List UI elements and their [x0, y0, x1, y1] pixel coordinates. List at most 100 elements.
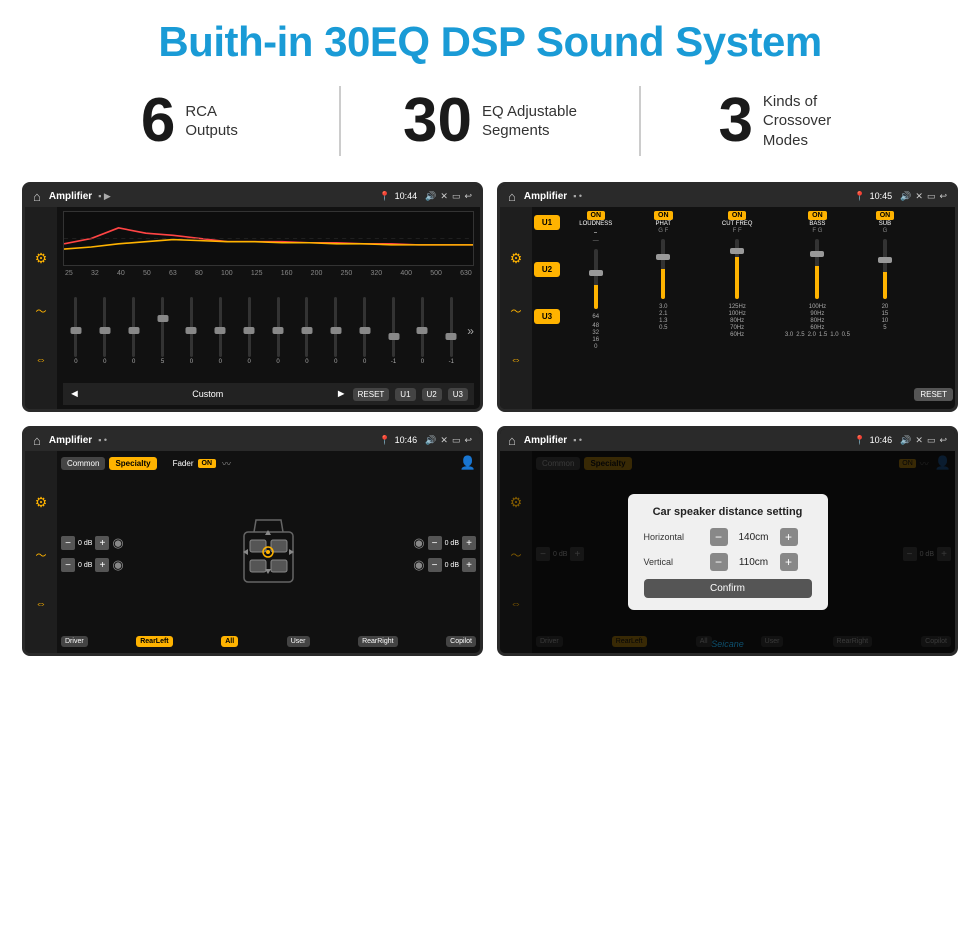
amp-phat-val2: 2.1 — [659, 311, 667, 317]
amp-window-icon: ▭ — [927, 191, 936, 202]
eq-graph — [63, 211, 474, 266]
eq-icon-3[interactable]: ⇔ — [36, 354, 47, 366]
dialog-status-icons: 📍 10:46 🔊 ✕ ▭ ↩ — [854, 435, 947, 446]
eq-screen: ⌂ Amplifier ▪ ▶ 📍 10:44 🔊 ✕ ▭ ↩ ⚙ 〜 ⇔ — [22, 182, 483, 412]
fader-tab-specialty[interactable]: Specialty — [109, 457, 156, 470]
eq-slider-0[interactable]: 0 — [63, 297, 89, 365]
amp-cutfreq-slider[interactable] — [735, 239, 739, 299]
eq-slider-11[interactable]: -1 — [381, 297, 407, 365]
amp-sub-slider[interactable] — [883, 239, 887, 299]
amp-loudness-label: LOUDNESS — [579, 221, 612, 227]
amp-bass-slider[interactable] — [815, 239, 819, 299]
eq-slider-2[interactable]: 0 — [121, 297, 147, 365]
fader-right-top-minus[interactable]: − — [428, 536, 442, 550]
eq-slider-9[interactable]: 0 — [323, 297, 349, 365]
fader-driver-btn[interactable]: Driver — [61, 636, 88, 647]
fader-content: Common Specialty Fader ON 〰 👤 − 0 dB + ◉ — [57, 451, 480, 653]
eq-slider-10[interactable]: 0 — [352, 297, 378, 365]
eq-next-btn[interactable]: ► — [336, 388, 347, 400]
dialog-horizontal-minus[interactable]: − — [710, 528, 728, 546]
fader-window-icon: ▭ — [452, 435, 461, 446]
eq-back-icon: ↩ — [464, 191, 472, 202]
amp-loudness-slider[interactable] — [594, 249, 598, 309]
stat-divider-1 — [339, 86, 341, 156]
fader-right-bot-minus[interactable]: − — [428, 558, 442, 572]
fader-left-top-minus[interactable]: − — [61, 536, 75, 550]
dialog-screen: ⌂ Amplifier ▪ • 📍 10:46 🔊 ✕ ▭ ↩ ⚙ 〜 ⇔ Co… — [497, 426, 958, 656]
amp-icon-2[interactable]: 〜 — [511, 303, 522, 319]
amp-phat-slider-g[interactable] — [661, 239, 665, 299]
fader-all-btn[interactable]: All — [221, 636, 238, 647]
fader-left-top-plus[interactable]: + — [95, 536, 109, 550]
eq-slider-4[interactable]: 0 — [179, 297, 205, 365]
eq-prev-btn[interactable]: ◄ — [69, 388, 80, 400]
amp-sidebar: ⚙ 〜 ⇔ — [500, 207, 532, 409]
fader-tab-common[interactable]: Common — [61, 457, 105, 470]
fader-slider-icon: 〰 — [222, 457, 231, 470]
amp-phat-on[interactable]: ON — [654, 211, 673, 220]
dialog-vertical-plus[interactable]: + — [780, 553, 798, 571]
eq-icon-1[interactable]: ⚙ — [35, 250, 48, 267]
fader-right-top-plus[interactable]: + — [462, 536, 476, 550]
amp-phat-gf: G F — [658, 228, 668, 234]
eq-slider-8[interactable]: 0 — [294, 297, 320, 365]
amp-bass-val4: 60Hz — [810, 325, 824, 331]
fader-user-btn[interactable]: User — [287, 636, 310, 647]
fader-left-bot-minus[interactable]: − — [61, 558, 75, 572]
fader-icon-3[interactable]: ⇔ — [36, 598, 47, 610]
amp-icon-1[interactable]: ⚙ — [510, 250, 523, 267]
dialog-vertical-minus[interactable]: − — [710, 553, 728, 571]
amp-cutfreq-on[interactable]: ON — [728, 211, 747, 220]
dialog-horizontal-plus[interactable]: + — [780, 528, 798, 546]
amp-loudness-val-top: 64 — [592, 314, 599, 320]
eq-more-icon[interactable]: » — [467, 324, 474, 338]
amp-sub-on[interactable]: ON — [876, 211, 895, 220]
eq-reset-btn[interactable]: RESET — [353, 388, 390, 401]
amp-dot-icons: ▪ • — [573, 191, 582, 201]
amp-phat-val4: 0.5 — [659, 325, 667, 331]
fader-icon-1[interactable]: ⚙ — [35, 494, 48, 511]
eq-u1-btn[interactable]: U1 — [395, 388, 415, 401]
amp-loudness-val-lo: 16 — [592, 337, 599, 343]
eq-home-icon[interactable]: ⌂ — [33, 189, 41, 204]
amp-reset-btn[interactable]: RESET — [914, 388, 953, 401]
eq-slider-5[interactable]: 0 — [207, 297, 233, 365]
amp-screen-title: Amplifier — [524, 191, 567, 202]
stat-rca: 6 RCAOutputs — [60, 90, 319, 152]
amp-u2-btn[interactable]: U2 — [534, 262, 560, 277]
amp-sub-col: ON SUB G 20 15 10 5 — [860, 211, 911, 405]
fader-icon-2[interactable]: 〜 — [36, 547, 47, 563]
eq-u2-btn[interactable]: U2 — [422, 388, 442, 401]
dialog-home-icon[interactable]: ⌂ — [508, 433, 516, 448]
amp-bass-on[interactable]: ON — [808, 211, 827, 220]
eq-slider-6[interactable]: 0 — [236, 297, 262, 365]
eq-slider-13[interactable]: -1 — [438, 297, 464, 365]
fader-on-badge[interactable]: ON — [198, 459, 217, 468]
amp-home-icon[interactable]: ⌂ — [508, 189, 516, 204]
eq-slider-12[interactable]: 0 — [410, 297, 436, 365]
fader-person-icon: 👤 — [460, 455, 476, 471]
eq-sidebar: ⚙ 〜 ⇔ — [25, 207, 57, 409]
amp-sub-val4: 5 — [883, 325, 886, 331]
amp-icon-3[interactable]: ⇔ — [511, 354, 522, 366]
eq-slider-7[interactable]: 0 — [265, 297, 291, 365]
amp-u1-btn[interactable]: U1 — [534, 215, 560, 230]
amp-loudness-on[interactable]: ON — [587, 211, 606, 220]
amp-loudness-sub: — — [593, 238, 599, 244]
eq-icon-2[interactable]: 〜 — [36, 303, 47, 319]
amp-back-icon: ↩ — [939, 191, 947, 202]
fader-right-bot-plus[interactable]: + — [462, 558, 476, 572]
fader-home-icon[interactable]: ⌂ — [33, 433, 41, 448]
amp-u3-btn[interactable]: U3 — [534, 309, 560, 324]
fader-left-bot-plus[interactable]: + — [95, 558, 109, 572]
eq-slider-1[interactable]: 0 — [92, 297, 118, 365]
amp-bass-label: BASS — [809, 221, 825, 227]
eq-x-icon: ✕ — [440, 191, 448, 202]
eq-u3-btn[interactable]: U3 — [448, 388, 468, 401]
confirm-button[interactable]: Confirm — [644, 579, 812, 598]
amp-u-buttons: U1 U2 U3 — [532, 207, 562, 332]
fader-volume-icon: 🔊 — [425, 435, 436, 446]
fader-copilot-btn[interactable]: Copilot — [446, 636, 476, 647]
fader-rearright-btn[interactable]: RearRight — [358, 636, 398, 647]
eq-slider-3[interactable]: 5 — [150, 297, 176, 365]
